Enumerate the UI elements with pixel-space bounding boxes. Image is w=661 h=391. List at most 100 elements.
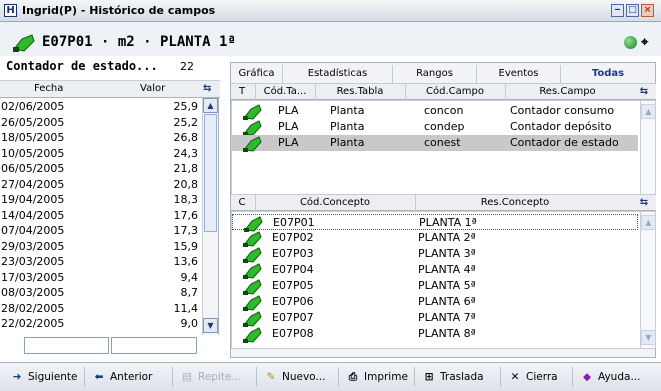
scroll-down-icon[interactable]: ▼ [203,318,218,333]
column-header-t[interactable]: T [231,86,253,97]
concept-name: PLANTA 6ª [418,295,476,308]
cierra-button[interactable]: ✕ Cierra [506,367,558,387]
value-input[interactable] [111,337,197,354]
history-value: 25,2 [173,115,199,129]
nuevo-button[interactable]: ✎ Nuevo... [262,367,326,387]
scroll-up-icon[interactable]: ▲ [641,215,655,230]
history-value: 20,8 [173,177,199,191]
history-date: 17/03/2005 [1,270,65,284]
history-value: 15,9 [173,239,199,253]
repite-button[interactable]: ▤ Repite... [178,367,241,387]
history-value: 17,6 [173,208,199,222]
concept-name: PLANTA 7ª [418,311,476,324]
concept-code: E07P01 [273,216,315,229]
history-date: 02/06/2005 [1,100,65,113]
column-header-cod-tabla[interactable]: Cód.Ta... [255,86,315,97]
maximize-icon[interactable]: □ [626,4,639,17]
printer-icon: ⎙ [348,371,358,383]
concept-row[interactable]: E07P06 PLANTA 6ª [232,294,638,311]
column-config-icon[interactable]: ⇆ [203,83,211,94]
column-header-valor[interactable]: Valor [140,83,165,94]
binoculars-icon[interactable]: ⌖ [641,34,648,50]
date-input[interactable] [24,337,109,354]
ayuda-button[interactable]: ◆ Ayuda... [578,367,641,387]
history-row[interactable]: 28/02/2005 11,4 [0,302,200,317]
column-config-icon[interactable]: ⇆ [637,86,651,97]
field-res-campo: Contador consumo [510,104,615,117]
field-cod-tabla: PLA [278,136,299,149]
history-value: 17,3 [173,224,199,237]
history-row[interactable]: 19/04/2005 18,3 [0,193,200,208]
concept-code: E07P08 [272,327,314,340]
history-date: 19/04/2005 [1,193,65,206]
traslada-button[interactable]: ⊞ Traslada [420,367,484,387]
cierra-label: Cierra [526,371,558,383]
tag-icon [242,327,262,348]
column-config-icon[interactable]: ⇆ [637,197,651,208]
history-table[interactable]: 02/06/2005 25,9 26/05/2005 25,2 18/05/2005 26… [0,98,219,335]
imprime-button[interactable]: ⎙ Imprime [344,367,408,387]
imprime-label: Imprime [364,371,408,383]
history-row[interactable]: 22/02/2005 9,0 [0,317,200,332]
tab-todas[interactable]: Todas [561,65,655,83]
concept-code: E07P03 [272,247,314,260]
concept-row[interactable]: E07P01 PLANTA 1ª [232,214,638,232]
column-header-cod-concepto[interactable]: Cód.Concepto [255,197,415,208]
siguiente-button[interactable]: ➜ Siguiente [8,367,78,387]
column-header-res-tabla[interactable]: Res.Tabla [315,86,405,97]
help-icon: ◆ [582,371,592,383]
history-row[interactable]: 26/05/2005 25,2 [0,116,200,131]
tab-grafica[interactable]: Gráfica [231,65,283,83]
anterior-button[interactable]: ⬅ Anterior [90,367,153,387]
column-header-cod-campo[interactable]: Cód.Campo [405,86,505,97]
tag-icon [13,34,35,52]
field-cod-tabla: PLA [278,104,299,117]
concept-row[interactable]: E07P05 PLANTA 5ª [232,278,638,295]
history-value: 26,8 [173,131,199,144]
history-row[interactable]: 07/04/2005 17,3 [0,224,200,239]
close-icon[interactable]: × [641,4,654,17]
column-header-fecha[interactable]: Fecha [34,83,63,94]
scroll-down-icon[interactable]: ▼ [641,330,655,345]
concept-row[interactable]: E07P02 PLANTA 2ª [232,230,638,247]
scroll-up-icon[interactable]: ▲ [203,98,218,113]
tab-bar: Gráfica Estadísticas Rangos Eventos Toda… [231,63,656,83]
history-row[interactable]: 23/03/2005 13,6 [0,255,200,270]
history-scrollbar[interactable]: ▲ ▼ [202,98,218,335]
column-header-res-campo[interactable]: Res.Campo [505,86,630,97]
history-value: 24,3 [173,146,199,160]
concept-row[interactable]: E07P04 PLANTA 4ª [232,262,638,279]
history-row[interactable]: 08/03/2005 8,7 [0,286,200,301]
history-row[interactable]: 29/03/2005 15,9 [0,240,200,255]
concept-row[interactable]: E07P08 PLANTA 8ª [232,326,638,343]
history-row[interactable]: 10/05/2005 24,3 [0,147,200,162]
scroll-thumb[interactable] [204,114,217,232]
globe-icon[interactable] [624,36,637,49]
history-row[interactable]: 14/04/2005 17,6 [0,209,200,224]
tab-estadisticas[interactable]: Estadísticas [283,65,393,83]
concept-row[interactable]: E07P07 PLANTA 7ª [232,310,638,327]
history-row[interactable]: 17/03/2005 9,4 [0,271,200,286]
field-cod-tabla: PLA [278,120,299,133]
tab-rangos[interactable]: Rangos [393,65,477,83]
history-row[interactable]: 27/04/2005 20,8 [0,178,200,193]
history-row[interactable]: 06/05/2005 21,8 [0,162,200,177]
history-row[interactable]: 02/06/2005 25,9 [0,100,200,115]
minimize-icon[interactable]: ‒ [611,4,624,17]
tab-eventos[interactable]: Eventos [477,65,561,83]
field-row[interactable]: PLA Planta condep Contador depósito [232,119,638,136]
history-row[interactable]: 18/05/2005 26,8 [0,131,200,146]
field-res-tabla: Planta [330,120,365,133]
history-value: 11,4 [173,301,199,315]
scroll-up-icon[interactable]: ▲ [641,104,655,119]
history-table-header: Fecha Valor ⇆ [0,80,220,98]
field-row[interactable]: PLA Planta concon Contador consumo [232,103,638,120]
history-date: 27/04/2005 [1,177,65,191]
column-header-res-concepto[interactable]: Res.Concepto [415,197,615,208]
concept-name: PLANTA 4ª [418,263,476,276]
concepts-scrollbar[interactable]: ▲ ▼ [640,212,655,348]
concept-row[interactable]: E07P03 PLANTA 3ª [232,246,638,263]
column-header-c[interactable]: C [231,197,253,208]
concepts-grid[interactable]: E07P01 PLANTA 1ª E07P02 PLANTA 2ª E07P03 PLAN… [231,211,656,349]
field-row[interactable]: PLA Planta conest Contador de estado [232,135,638,152]
